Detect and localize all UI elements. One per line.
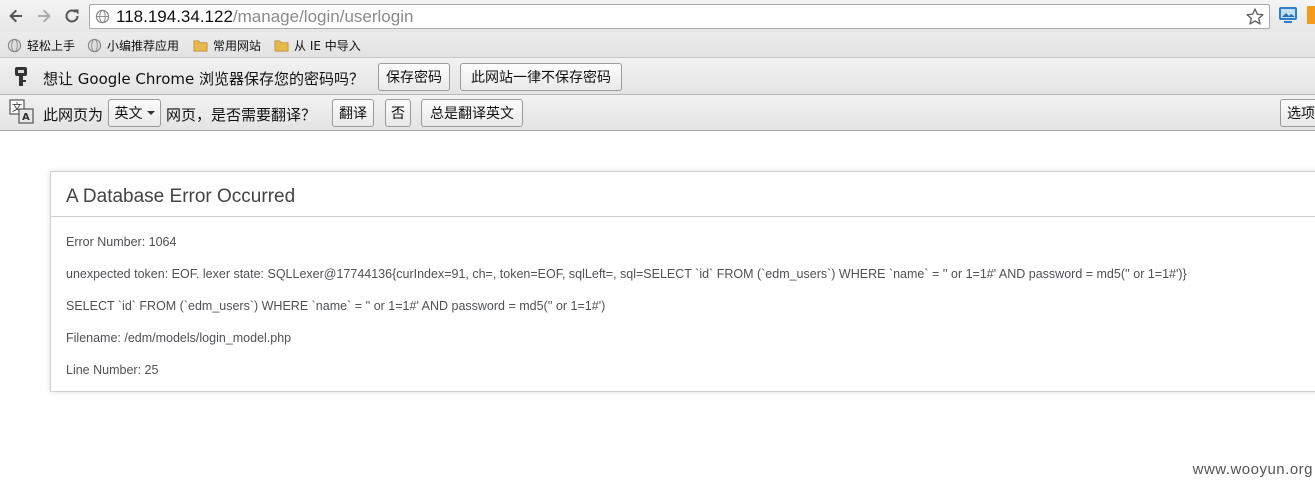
back-button[interactable] xyxy=(6,6,26,26)
bookmark-item-getting-started[interactable]: 轻松上手 xyxy=(7,36,75,54)
bookmark-item-recommended-apps[interactable]: 小编推荐应用 xyxy=(87,36,179,54)
globe-icon xyxy=(7,38,22,52)
translate-question-text: 网页，是否需要翻译？ xyxy=(166,106,317,124)
save-password-button[interactable]: 保存密码 xyxy=(378,63,450,91)
translate-infobar: 文 A 此网页为 英文 网页，是否需要翻译？ 翻译 否 总是翻译英文 选项 xyxy=(0,95,1315,131)
error-title: A Database Error Occurred xyxy=(66,186,296,207)
error-number-line: Error Number: 1064 xyxy=(66,235,177,249)
filename-line: Filename: /edm/models/login_model.php xyxy=(66,331,292,345)
svg-text:A: A xyxy=(22,112,30,123)
translate-prefix-text: 此网页为 xyxy=(43,106,104,124)
watermark-text: www.wooyun.org xyxy=(1192,461,1313,478)
bookmark-label: 从 IE 中导入 xyxy=(294,38,361,53)
bookmark-star-icon[interactable] xyxy=(1245,7,1265,27)
browser-toolbar: 118.194.34.122/manage/login/userlogin xyxy=(0,0,1315,32)
line-number-line: Line Number: 25 xyxy=(66,363,159,377)
never-save-password-button[interactable]: 此网站一律不保存密码 xyxy=(460,63,622,91)
reload-button[interactable] xyxy=(62,6,82,26)
forward-button[interactable] xyxy=(34,6,54,26)
bookmarks-bar: 轻松上手 小编推荐应用 常用网站 从 IE 中导入 xyxy=(0,32,1315,58)
error-message-line: unexpected token: EOF. lexer state: SQLL… xyxy=(66,267,1187,281)
extension-screen-icon[interactable] xyxy=(1278,6,1298,24)
bookmark-folder-common-sites[interactable]: 常用网站 xyxy=(193,36,261,54)
address-url: 118.194.34.122/manage/login/userlogin xyxy=(116,7,413,27)
translate-icon: 文 A xyxy=(9,99,34,124)
language-select[interactable]: 英文 xyxy=(108,99,161,127)
translate-button[interactable]: 翻译 xyxy=(332,99,374,127)
bookmark-label: 小编推荐应用 xyxy=(107,38,180,53)
address-bar[interactable]: 118.194.34.122/manage/login/userlogin xyxy=(89,4,1270,29)
save-password-message: 想让 Google Chrome 浏览器保存您的密码吗？ xyxy=(43,70,365,88)
url-path: /manage/login/userlogin xyxy=(232,7,414,26)
back-arrow-icon xyxy=(9,9,22,23)
folder-icon xyxy=(193,39,208,51)
forward-arrow-icon xyxy=(38,9,51,23)
globe-icon xyxy=(87,38,102,52)
save-password-infobar: 想让 Google Chrome 浏览器保存您的密码吗？ 保存密码 此网站一律不… xyxy=(0,58,1315,95)
folder-icon xyxy=(274,39,289,51)
url-host: 118.194.34.122 xyxy=(116,7,233,26)
always-translate-button[interactable]: 总是翻译英文 xyxy=(421,99,523,127)
extension-orange-icon[interactable] xyxy=(1307,6,1315,24)
language-selected-value: 英文 xyxy=(114,106,143,122)
no-translate-button[interactable]: 否 xyxy=(385,99,411,127)
bookmark-label: 常用网站 xyxy=(213,38,262,53)
key-icon xyxy=(15,67,27,86)
database-error-panel: A Database Error Occurred Error Number: … xyxy=(50,171,1315,392)
sql-query-line: SELECT `id` FROM (`edm_users`) WHERE `na… xyxy=(66,299,606,313)
reload-icon xyxy=(65,9,79,23)
bookmark-label: 轻松上手 xyxy=(27,38,76,53)
title-divider xyxy=(51,216,1315,217)
chevron-down-icon xyxy=(146,111,155,115)
page-info-globe-icon[interactable] xyxy=(95,9,110,24)
translate-options-button[interactable]: 选项 xyxy=(1280,99,1315,127)
bookmark-folder-import-from-ie[interactable]: 从 IE 中导入 xyxy=(274,36,361,54)
